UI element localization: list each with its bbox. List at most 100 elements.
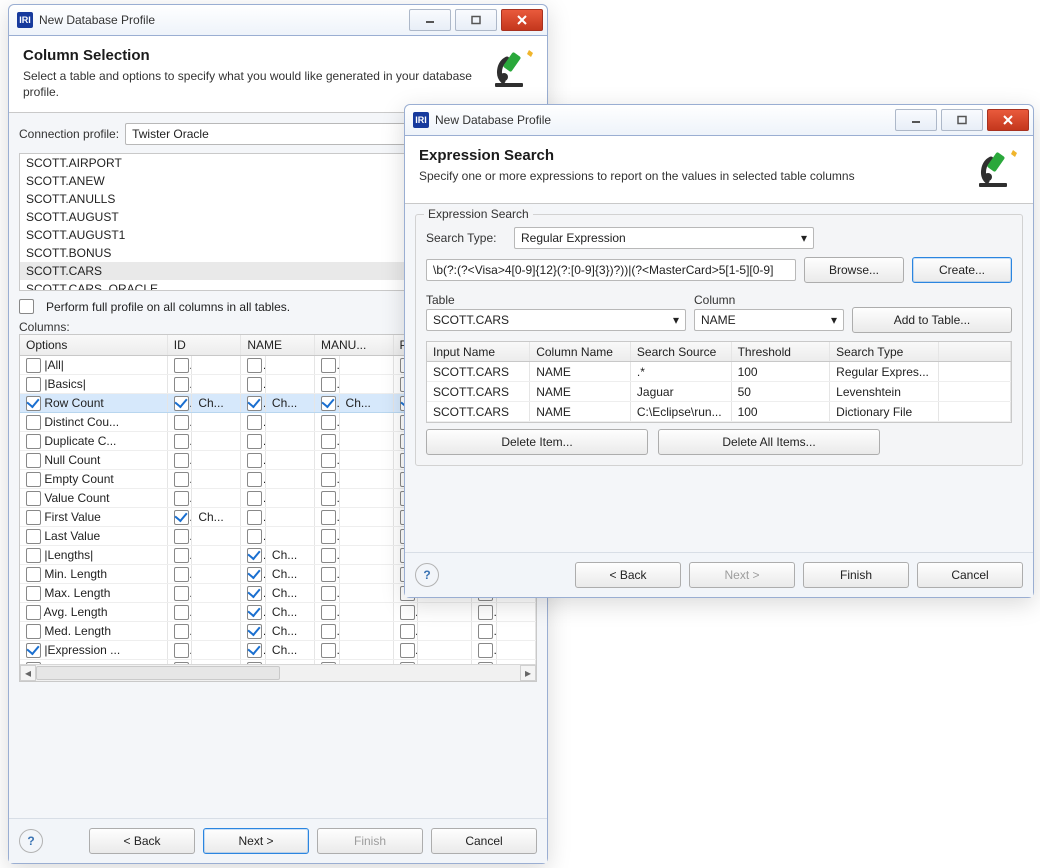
cell-checkbox[interactable] <box>321 396 336 411</box>
next-button[interactable]: Next > <box>203 828 309 854</box>
cell-checkbox[interactable] <box>321 358 336 373</box>
cell-checkbox[interactable] <box>247 605 262 620</box>
cell-checkbox[interactable] <box>174 453 189 468</box>
cell-checkbox[interactable] <box>321 605 336 620</box>
cell-checkbox[interactable] <box>400 643 415 658</box>
option-checkbox[interactable] <box>26 529 41 544</box>
back-button[interactable]: < Back <box>575 562 681 588</box>
cell-checkbox[interactable] <box>174 548 189 563</box>
table-row[interactable]: SCOTT.CARSNAME.*100Regular Expres... <box>427 362 1011 382</box>
delete-item-button[interactable]: Delete Item... <box>426 429 648 455</box>
column-header[interactable]: MANU... <box>315 335 394 356</box>
browse-button[interactable]: Browse... <box>804 257 904 283</box>
cell-checkbox[interactable] <box>478 643 493 658</box>
cell-checkbox[interactable] <box>321 567 336 582</box>
column-header[interactable]: ID <box>167 335 241 356</box>
cell-checkbox[interactable] <box>174 605 189 620</box>
option-checkbox[interactable] <box>26 472 41 487</box>
option-checkbox[interactable] <box>26 396 41 411</box>
cell-checkbox[interactable] <box>400 605 415 620</box>
cell-checkbox[interactable] <box>247 358 262 373</box>
cell-checkbox[interactable] <box>247 662 262 664</box>
cell-checkbox[interactable] <box>174 415 189 430</box>
column-header[interactable]: Column Name <box>530 342 631 362</box>
option-checkbox[interactable] <box>26 453 41 468</box>
column-header[interactable]: Threshold <box>731 342 830 362</box>
option-checkbox[interactable] <box>26 605 41 620</box>
column-header[interactable]: Search Type <box>830 342 939 362</box>
cell-checkbox[interactable] <box>174 662 189 664</box>
table-row[interactable]: Avg. LengthCh... <box>20 603 536 622</box>
finish-button[interactable]: Finish <box>317 828 423 854</box>
cell-checkbox[interactable] <box>247 586 262 601</box>
option-checkbox[interactable] <box>26 548 41 563</box>
close-button[interactable] <box>987 109 1029 131</box>
cell-checkbox[interactable] <box>247 567 262 582</box>
cell-checkbox[interactable] <box>174 624 189 639</box>
cell-checkbox[interactable] <box>478 662 493 664</box>
cell-checkbox[interactable] <box>247 415 262 430</box>
column-header[interactable]: Input Name <box>427 342 530 362</box>
cell-checkbox[interactable] <box>247 472 262 487</box>
cell-checkbox[interactable] <box>321 415 336 430</box>
option-checkbox[interactable] <box>26 567 41 582</box>
cell-checkbox[interactable] <box>321 624 336 639</box>
maximize-button[interactable] <box>941 109 983 131</box>
column-header[interactable]: Search Source <box>630 342 731 362</box>
option-checkbox[interactable] <box>26 377 41 392</box>
option-checkbox[interactable] <box>26 358 41 373</box>
cell-checkbox[interactable] <box>174 491 189 506</box>
scroll-left-icon[interactable]: ◂ <box>20 665 36 681</box>
finish-button[interactable]: Finish <box>803 562 909 588</box>
cell-checkbox[interactable] <box>247 548 262 563</box>
help-icon[interactable]: ? <box>19 829 43 853</box>
cell-checkbox[interactable] <box>174 434 189 449</box>
regex-input[interactable]: \b(?:(?<Visa>4[0-9]{12}(?:[0-9]{3})?))|(… <box>426 259 796 281</box>
cell-checkbox[interactable] <box>247 491 262 506</box>
search-type-select[interactable]: Regular Expression ▾ <box>514 227 814 249</box>
create-button[interactable]: Create... <box>912 257 1012 283</box>
cell-checkbox[interactable] <box>321 510 336 525</box>
full-profile-checkbox[interactable] <box>19 299 34 314</box>
cell-checkbox[interactable] <box>174 586 189 601</box>
table-row[interactable]: SCOTT.CARSNAMEJaguar50Levenshtein <box>427 382 1011 402</box>
cancel-button[interactable]: Cancel <box>431 828 537 854</box>
cell-checkbox[interactable] <box>247 529 262 544</box>
cell-checkbox[interactable] <box>321 434 336 449</box>
cell-checkbox[interactable] <box>321 377 336 392</box>
cell-checkbox[interactable] <box>321 662 336 664</box>
add-to-table-button[interactable]: Add to Table... <box>852 307 1012 333</box>
close-button[interactable] <box>501 9 543 31</box>
cell-checkbox[interactable] <box>174 396 189 411</box>
cell-checkbox[interactable] <box>174 377 189 392</box>
option-checkbox[interactable] <box>26 491 41 506</box>
cell-checkbox[interactable] <box>247 510 262 525</box>
cell-checkbox[interactable] <box>174 510 189 525</box>
table-select[interactable]: SCOTT.CARS ▾ <box>426 309 686 331</box>
column-header[interactable] <box>939 342 1011 362</box>
cell-checkbox[interactable] <box>478 624 493 639</box>
scroll-right-icon[interactable]: ▸ <box>520 665 536 681</box>
cell-checkbox[interactable] <box>321 548 336 563</box>
option-checkbox[interactable] <box>26 586 41 601</box>
delete-all-items-button[interactable]: Delete All Items... <box>658 429 880 455</box>
cell-checkbox[interactable] <box>321 529 336 544</box>
cancel-button[interactable]: Cancel <box>917 562 1023 588</box>
option-checkbox[interactable] <box>26 434 41 449</box>
cell-checkbox[interactable] <box>321 643 336 658</box>
cell-checkbox[interactable] <box>174 358 189 373</box>
cell-checkbox[interactable] <box>478 605 493 620</box>
minimize-button[interactable] <box>895 109 937 131</box>
cell-checkbox[interactable] <box>174 529 189 544</box>
maximize-button[interactable] <box>455 9 497 31</box>
minimize-button[interactable] <box>409 9 451 31</box>
option-checkbox[interactable] <box>26 415 41 430</box>
horizontal-scrollbar[interactable]: ◂ ▸ <box>20 664 536 681</box>
option-checkbox[interactable] <box>26 643 41 658</box>
table-row[interactable]: Med. LengthCh... <box>20 622 536 641</box>
table-row[interactable]: SCOTT.CARSNAMEC:\Eclipse\run...100Dictio… <box>427 402 1011 422</box>
titlebar[interactable]: IRI New Database Profile <box>9 5 547 36</box>
cell-checkbox[interactable] <box>174 472 189 487</box>
cell-checkbox[interactable] <box>247 396 262 411</box>
help-icon[interactable]: ? <box>415 563 439 587</box>
